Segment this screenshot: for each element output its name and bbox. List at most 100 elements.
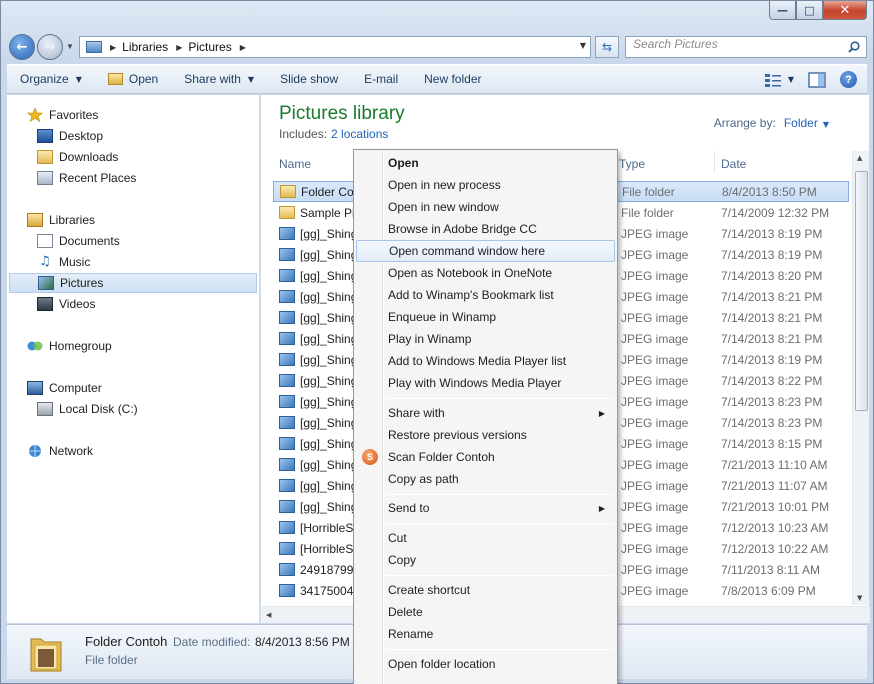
nav-homegroup[interactable]: Homegroup — [27, 336, 112, 356]
submenu-arrow-icon: ▶ — [598, 408, 605, 418]
nav-desktop[interactable]: Desktop — [37, 126, 103, 146]
file-date: 7/21/2013 10:01 PM — [721, 499, 830, 514]
nav-local-disk[interactable]: Local Disk (C:) — [37, 399, 138, 419]
breadcrumb-pictures[interactable]: Pictures — [188, 40, 231, 54]
organize-button[interactable]: Organize ▼ — [7, 72, 95, 86]
breadcrumb-libraries[interactable]: Libraries — [122, 40, 168, 54]
libraries-icon — [27, 213, 43, 227]
menu-item-scan[interactable]: S Scan Folder Contoh — [356, 446, 615, 468]
file-name: [gg]_Shingeki — [300, 415, 358, 430]
arrange-value-dropdown[interactable]: Folder — [784, 116, 818, 130]
email-button[interactable]: E-mail — [351, 72, 411, 86]
file-date: 7/12/2013 10:22 AM — [721, 541, 829, 556]
image-file-icon — [279, 269, 295, 282]
pictures-icon — [38, 276, 54, 290]
column-header-name[interactable]: Name — [279, 157, 311, 171]
image-file-icon — [279, 542, 295, 555]
chevron-right-icon[interactable]: ▶ — [176, 43, 182, 52]
menu-item-add-wmp[interactable]: Add to Windows Media Player list — [356, 350, 615, 372]
menu-item-open[interactable]: Open — [356, 152, 615, 174]
desktop-icon — [37, 129, 53, 143]
close-icon: ✕ — [839, 2, 851, 18]
menu-item-open-command-window[interactable]: Open command window here — [356, 240, 615, 262]
minimize-button[interactable]: — — [769, 1, 796, 20]
submenu-arrow-icon: ▶ — [598, 503, 605, 513]
nav-documents[interactable]: Documents — [37, 231, 120, 251]
column-header-type[interactable]: Type — [619, 157, 645, 171]
nav-downloads[interactable]: Downloads — [37, 147, 118, 167]
scroll-up-arrow-icon[interactable]: ▲ — [857, 154, 862, 162]
nav-music[interactable]: ♫ Music — [37, 252, 90, 272]
menu-item-open-folder-location[interactable]: Open folder location — [356, 653, 615, 675]
menu-separator — [386, 398, 613, 399]
file-date: 7/12/2013 10:23 AM — [721, 520, 829, 535]
menu-item-share-with[interactable]: Share with ▶ — [356, 402, 615, 424]
includes-label: Includes: — [279, 127, 328, 141]
view-dropdown-icon[interactable]: ▼ — [788, 75, 794, 84]
nav-computer[interactable]: Computer — [27, 378, 102, 398]
file-date: 7/11/2013 8:11 AM — [721, 562, 820, 577]
menu-item-open-onenote[interactable]: Open as Notebook in OneNote — [356, 262, 615, 284]
scrollbar-thumb[interactable] — [855, 171, 868, 411]
address-history-dropdown[interactable]: ▼ — [580, 41, 586, 50]
organize-label: Organize — [20, 72, 69, 86]
slide-show-button[interactable]: Slide show — [267, 72, 351, 86]
refresh-button[interactable]: ⇆ — [595, 36, 619, 58]
file-date: 7/14/2013 8:21 PM — [721, 289, 823, 304]
menu-item-open-new-window[interactable]: Open in new window — [356, 196, 615, 218]
file-date: 7/14/2013 8:23 PM — [721, 415, 823, 430]
menu-item-copy-as-path[interactable]: Copy as path — [356, 468, 615, 490]
menu-item-open-new-process[interactable]: Open in new process — [356, 174, 615, 196]
column-header-date[interactable]: Date — [721, 157, 746, 171]
file-name: [gg]_Shingeki — [300, 394, 358, 409]
nav-videos[interactable]: Videos — [37, 294, 95, 314]
column-divider[interactable] — [714, 151, 715, 173]
computer-icon — [27, 381, 43, 395]
search-input[interactable]: Search Pictures — [625, 36, 867, 58]
menu-item-enqueue-winamp[interactable]: Enqueue in Winamp — [356, 306, 615, 328]
menu-item-winamp-bookmark[interactable]: Add to Winamp's Bookmark list — [356, 284, 615, 306]
file-date: 8/4/2013 8:50 PM — [722, 184, 817, 199]
chevron-right-icon[interactable]: ▶ — [240, 43, 246, 52]
chevron-right-icon[interactable]: ▶ — [110, 43, 116, 52]
nav-favorites[interactable]: Favorites — [27, 105, 98, 125]
nav-pictures[interactable]: Pictures — [9, 273, 257, 293]
chevron-down-icon[interactable]: ▼ — [823, 120, 829, 129]
menu-item-restore-versions[interactable]: Restore previous versions — [356, 424, 615, 446]
nav-libraries[interactable]: Libraries — [27, 210, 95, 230]
search-icon[interactable] — [848, 41, 860, 53]
menu-item-delete[interactable]: Delete — [356, 601, 615, 623]
menu-item-browse-bridge[interactable]: Browse in Adobe Bridge CC — [356, 218, 615, 240]
scroll-left-arrow-icon[interactable]: ◀ — [266, 611, 271, 619]
menu-item-copy[interactable]: Copy — [356, 549, 615, 571]
forward-button[interactable]: → — [37, 34, 63, 60]
menu-item-play-winamp[interactable]: Play in Winamp — [356, 328, 615, 350]
menu-item-play-wmp[interactable]: Play with Windows Media Player — [356, 372, 615, 394]
preview-pane-icon[interactable] — [808, 71, 826, 88]
recent-pages-dropdown[interactable]: ▼ — [66, 42, 74, 51]
nav-documents-label: Documents — [59, 234, 120, 248]
scroll-down-arrow-icon[interactable]: ▼ — [857, 594, 862, 602]
nav-network-label: Network — [49, 444, 94, 458]
maximize-button[interactable]: □ — [796, 1, 823, 20]
menu-item-cut[interactable]: Cut — [356, 527, 615, 549]
menu-item-send-to[interactable]: Send to ▶ — [356, 497, 615, 519]
menu-item-rename[interactable]: Rename — [356, 623, 615, 645]
new-folder-button[interactable]: New folder — [411, 72, 494, 86]
vertical-scrollbar[interactable]: ▲ ▼ — [852, 151, 869, 605]
image-file-icon — [279, 458, 295, 471]
nav-network[interactable]: Network — [27, 441, 93, 461]
menu-item-create-shortcut[interactable]: Create shortcut — [356, 579, 615, 601]
file-name: Sample Pictures — [300, 205, 358, 220]
image-file-icon — [279, 395, 295, 408]
help-icon[interactable]: ? — [840, 71, 857, 88]
close-button[interactable]: ✕ — [823, 1, 867, 20]
folder-open-icon — [107, 73, 123, 85]
locations-link[interactable]: 2 locations — [331, 127, 388, 141]
open-button[interactable]: Open — [95, 72, 171, 86]
nav-recent-places[interactable]: Recent Places — [37, 168, 136, 188]
change-view-icon[interactable] — [764, 72, 782, 88]
address-bar[interactable]: ▶ Libraries ▶ Pictures ▶ ▼ — [79, 36, 591, 58]
back-button[interactable]: ← — [9, 34, 35, 60]
share-with-button[interactable]: Share with ▼ — [171, 72, 267, 86]
